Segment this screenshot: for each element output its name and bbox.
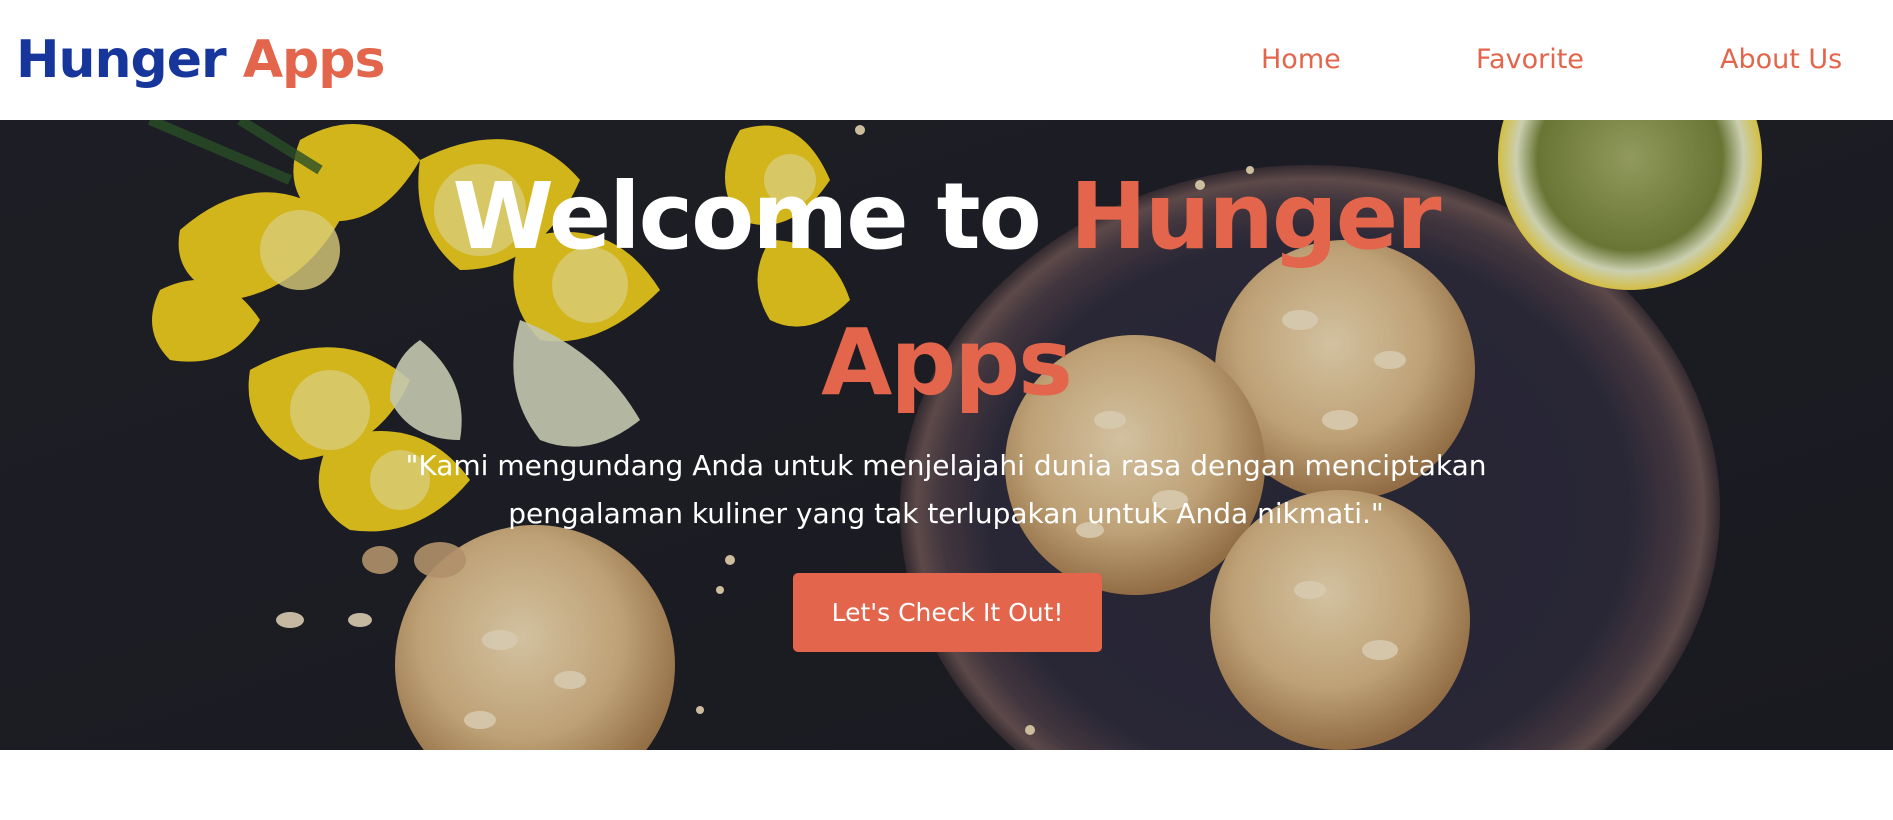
main-nav: Home Favorite About Us (0, 42, 1893, 78)
nav-link-about-us[interactable]: About Us (1720, 42, 1842, 78)
hero-title-welcome: Welcome to (452, 163, 1042, 270)
nav-link-home[interactable]: Home (1261, 42, 1341, 78)
check-it-out-button[interactable]: Let's Check It Out! (793, 573, 1102, 652)
app-header: Hunger Apps Home Favorite About Us (0, 0, 1893, 120)
hero-section: Welcome to Hunger Apps "Kami mengundang … (0, 120, 1893, 750)
hero-quote: "Kami mengundang Anda untuk menjelajahi … (405, 449, 1487, 530)
hero-title: Welcome to Hunger Apps (346, 144, 1546, 436)
nav-link-favorite[interactable]: Favorite (1476, 42, 1584, 78)
